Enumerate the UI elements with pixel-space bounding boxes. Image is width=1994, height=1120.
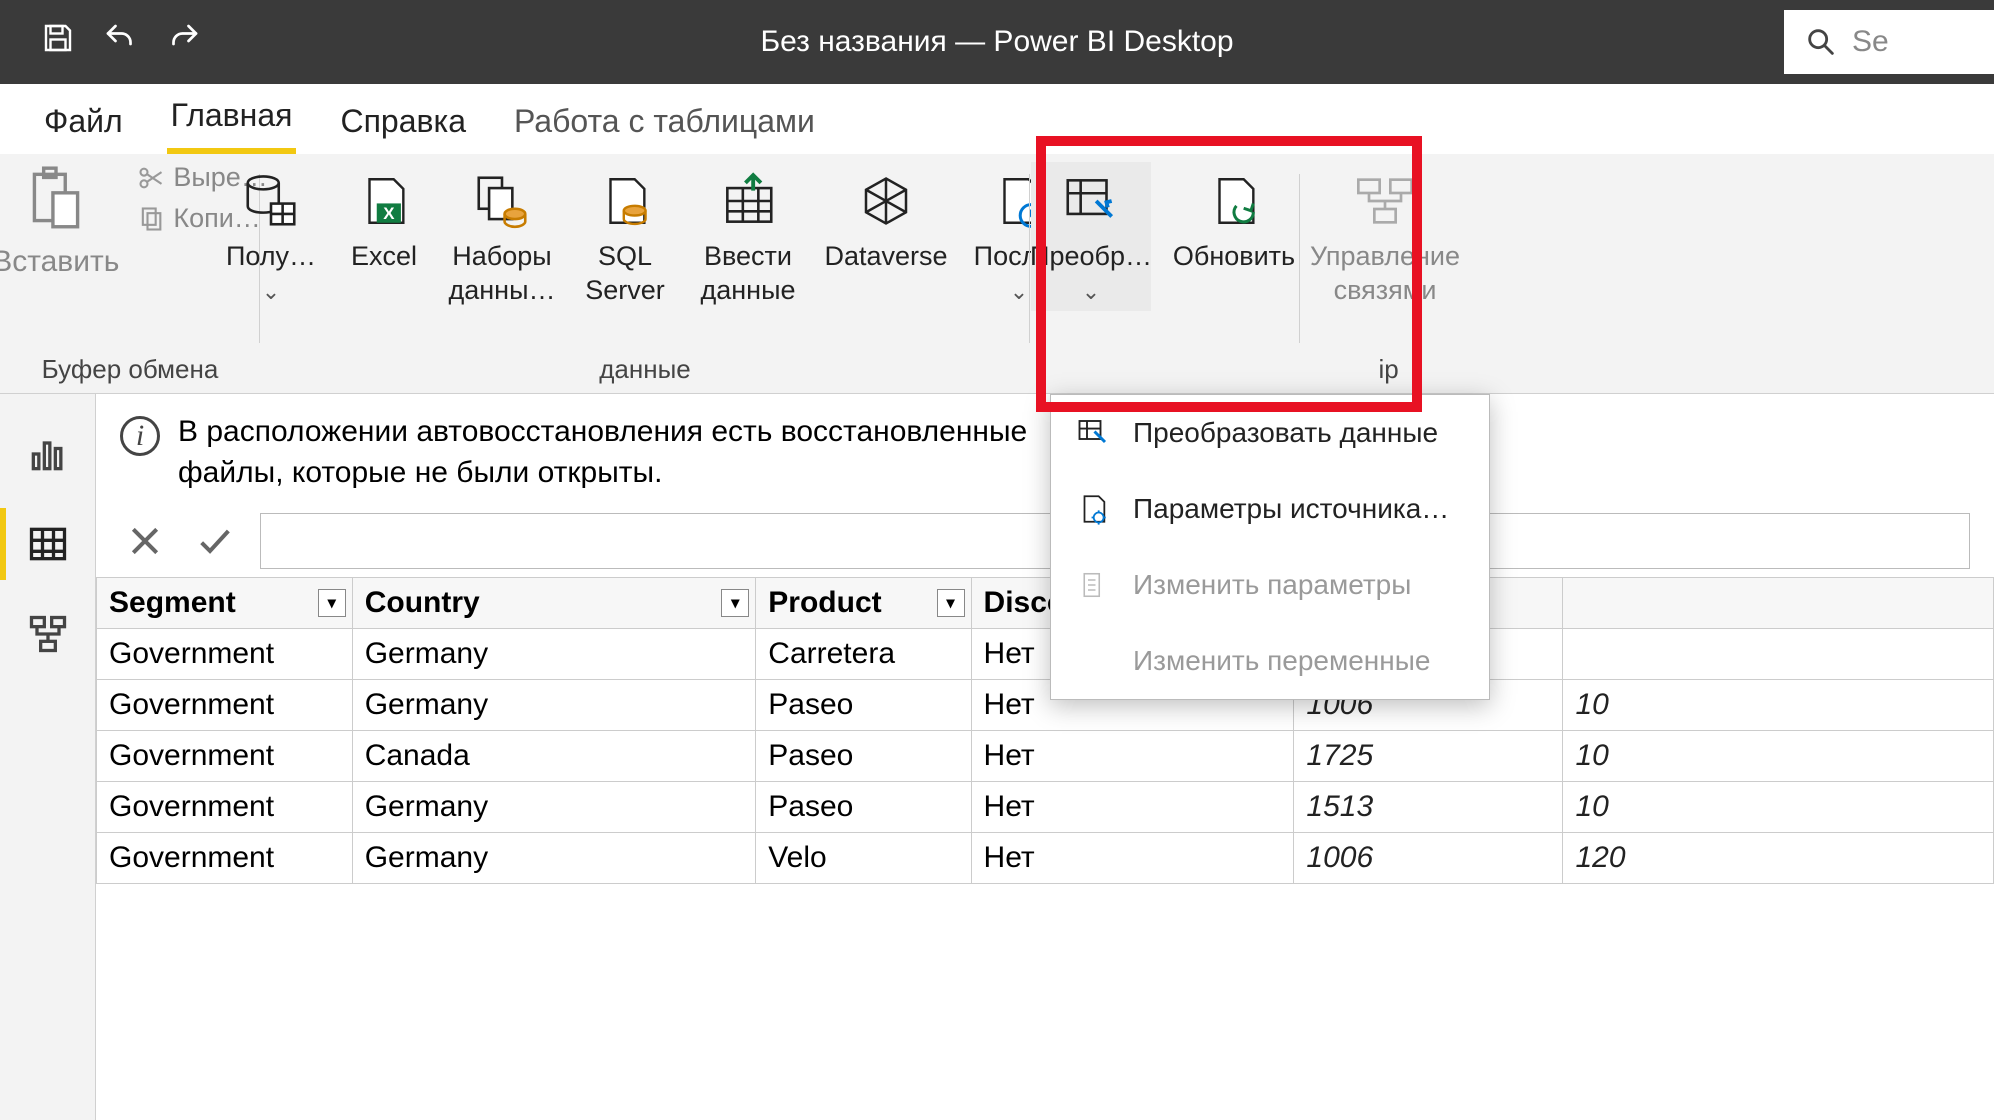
scissors-icon <box>137 164 165 192</box>
infobar-message: В расположении автовосстановления есть в… <box>178 412 1058 493</box>
dataverse-button[interactable]: Dataverse <box>821 162 951 280</box>
tab-help[interactable]: Справка <box>336 93 470 154</box>
datasets-icon <box>469 168 535 234</box>
database-icon <box>240 168 302 234</box>
excel-icon: X <box>355 168 413 234</box>
ribbon-tabs: Файл Главная Справка Работа с таблицами <box>0 84 1994 154</box>
paste-button: Вставить <box>0 245 119 279</box>
window-title: Без названия — Power BI Desktop <box>0 25 1994 59</box>
titlebar: Без названия — Power BI Desktop Se <box>0 0 1994 84</box>
col-product[interactable]: Product▾ <box>756 578 971 629</box>
main-panel: i В расположении автовосстановления есть… <box>96 394 1994 1120</box>
info-icon: i <box>120 416 160 456</box>
tab-file[interactable]: Файл <box>40 93 127 154</box>
parameters-icon <box>1073 565 1113 605</box>
table-row[interactable]: GovernmentGermanyCarreteraНет <box>97 629 1994 680</box>
filter-icon[interactable]: ▾ <box>318 589 346 617</box>
relationships-icon <box>1353 168 1417 234</box>
commit-formula-button[interactable] <box>190 516 240 566</box>
transform-data-button[interactable]: Преобр… ⌄ <box>1031 162 1151 311</box>
ribbon: Вставить Выре… Копи… Буфер обмена <box>0 154 1994 394</box>
redo-icon[interactable] <box>164 20 204 64</box>
search-placeholder: Se <box>1852 25 1889 59</box>
dd-edit-parameters: Изменить параметры <box>1051 547 1489 623</box>
dataverse-icon <box>856 168 916 234</box>
sql-icon <box>596 168 654 234</box>
table-row[interactable]: GovernmentGermanyPaseoНет100610 <box>97 680 1994 731</box>
chevron-down-icon: ⌄ <box>1010 278 1028 306</box>
cancel-formula-button[interactable] <box>120 516 170 566</box>
chevron-down-icon: ⌄ <box>1082 278 1100 306</box>
data-view-button[interactable] <box>18 514 78 574</box>
tab-home[interactable]: Главная <box>167 87 297 154</box>
dd-edit-variables: Изменить переменные <box>1051 623 1489 699</box>
copy-icon <box>137 205 165 233</box>
search-box[interactable]: Se <box>1784 10 1994 74</box>
autorecover-infobar: i В расположении автовосстановления есть… <box>96 394 1994 505</box>
filter-icon[interactable]: ▾ <box>721 589 749 617</box>
clipboard-group-label: Буфер обмена <box>10 354 250 393</box>
manage-relationships-button: Управление связями <box>1305 162 1465 314</box>
dd-data-source-settings[interactable]: Параметры источника… <box>1051 471 1489 547</box>
ribbon-group-relationships: Управление связями ip <box>1300 154 1470 393</box>
paste-icon <box>19 162 93 241</box>
settings-icon <box>1073 489 1113 529</box>
table-row[interactable]: GovernmentGermanyVeloНет1006120 <box>97 833 1994 884</box>
filter-icon[interactable]: ▾ <box>937 589 965 617</box>
enter-data-button[interactable]: Ввести данные <box>693 162 803 314</box>
search-icon <box>1804 25 1838 59</box>
model-view-button[interactable] <box>18 604 78 664</box>
data-group-label: данные <box>270 354 1020 393</box>
datasets-button[interactable]: Наборы данны… <box>447 162 557 314</box>
save-icon[interactable] <box>40 20 76 64</box>
col-country[interactable]: Country▾ <box>352 578 756 629</box>
undo-icon[interactable] <box>100 20 140 64</box>
col-segment[interactable]: Segment▾ <box>97 578 353 629</box>
formula-bar <box>96 505 1994 577</box>
transform-data-dropdown: Преобразовать данные Параметры источника… <box>1050 394 1490 700</box>
ribbon-group-data: Полу… ⌄ X Excel Наборы данны… SQL Server <box>260 154 1030 393</box>
table-row[interactable]: GovernmentGermanyPaseoНет151310 <box>97 782 1994 833</box>
data-table: Segment▾ Country▾ Product▾ Discount Band… <box>96 577 1994 884</box>
chevron-down-icon: ⌄ <box>262 278 280 306</box>
transform-icon <box>1059 168 1123 234</box>
table-row[interactable]: GovernmentCanadaPaseoНет172510 <box>97 731 1994 782</box>
col-extra[interactable] <box>1563 578 1994 629</box>
svg-text:X: X <box>383 204 395 223</box>
ribbon-group-queries: Преобр… ⌄ Обновить <box>1030 154 1300 393</box>
view-rail <box>0 394 96 1120</box>
tab-table-tools[interactable]: Работа с таблицами <box>510 93 819 154</box>
refresh-icon <box>1205 168 1263 234</box>
transform-icon <box>1073 413 1113 453</box>
report-view-button[interactable] <box>18 424 78 484</box>
get-data-button[interactable]: Полу… ⌄ <box>221 162 321 311</box>
sql-server-button[interactable]: SQL Server <box>575 162 675 314</box>
enter-data-icon <box>715 168 781 234</box>
excel-button[interactable]: X Excel <box>339 162 429 280</box>
refresh-button[interactable]: Обновить <box>1169 162 1299 280</box>
table-header-row: Segment▾ Country▾ Product▾ Discount Band… <box>97 578 1994 629</box>
dd-transform-data[interactable]: Преобразовать данные <box>1051 395 1489 471</box>
